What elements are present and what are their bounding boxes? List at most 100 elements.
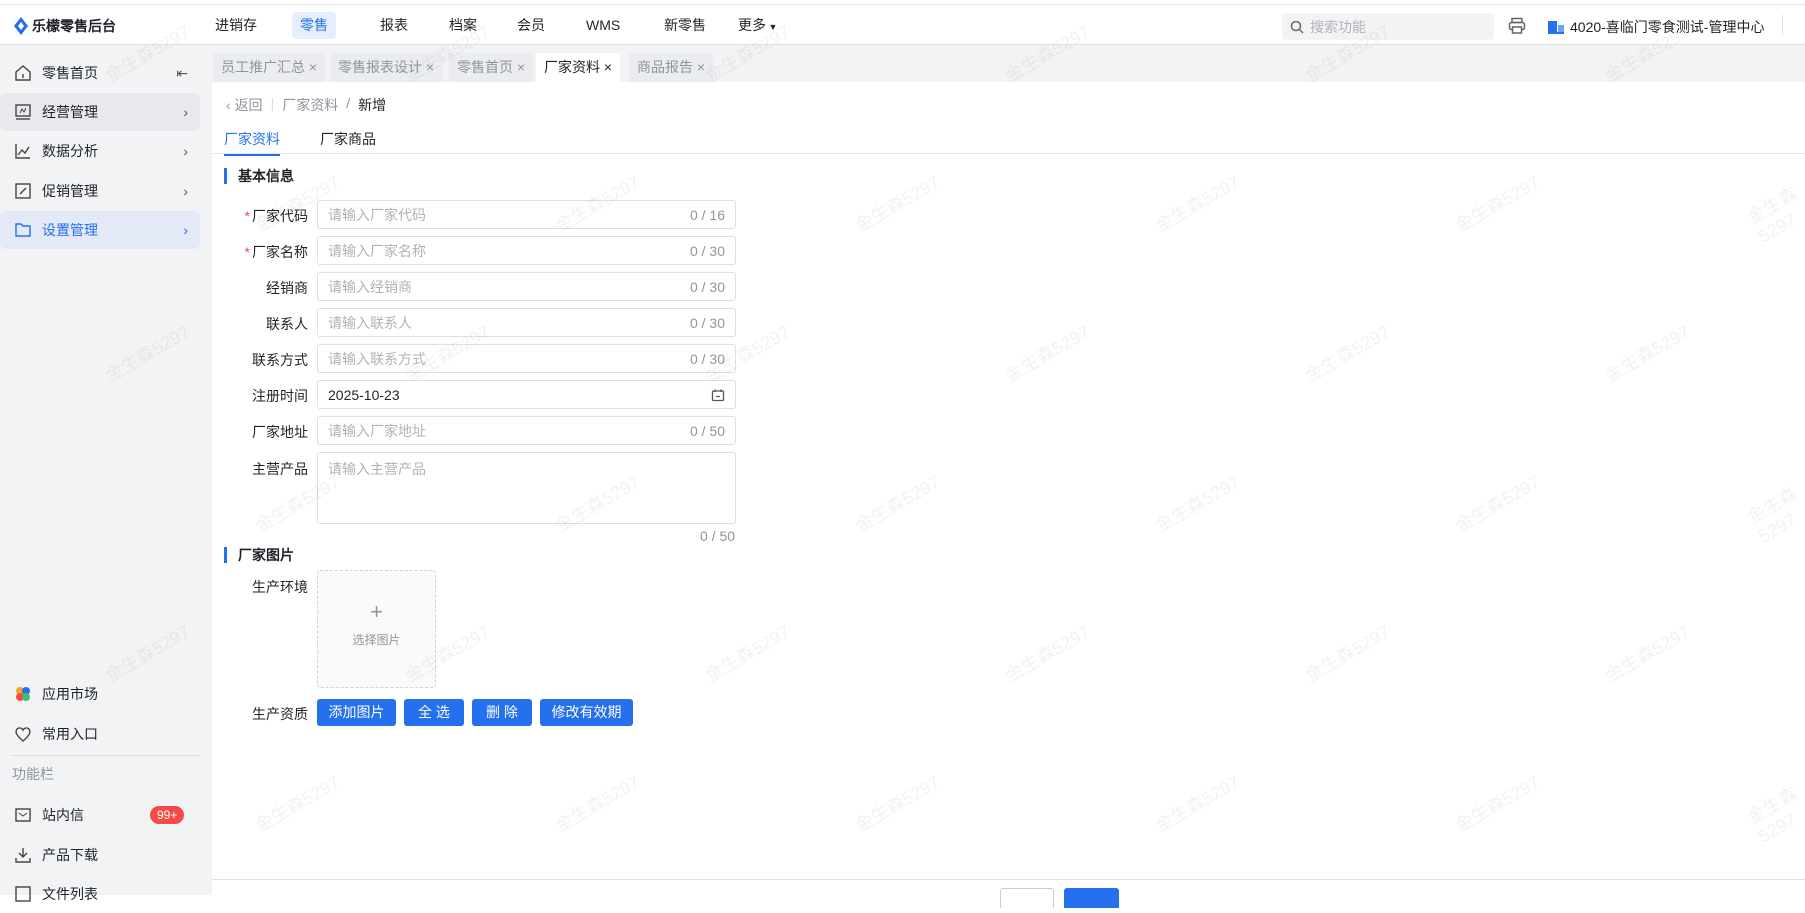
tab-staff-promo[interactable]: 员工推广汇总 ×: [213, 53, 326, 82]
field-label: 主营产品: [252, 461, 308, 477]
sidebar-item-label: 站内信: [42, 807, 84, 823]
page-tabs: 员工推广汇总 × 零售报表设计 × 零售首页 × 厂家资料 × 商品报告 ×: [212, 45, 1805, 82]
text-input[interactable]: 请输入厂家代码 0 / 16: [317, 200, 736, 229]
sidebar-item-retail-home[interactable]: 零售首页 ⇤: [0, 54, 200, 92]
close-icon[interactable]: ×: [517, 59, 525, 75]
cancel-button[interactable]: [1000, 888, 1054, 908]
field-label-text: 注册时间: [252, 388, 308, 404]
search-input[interactable]: 搜索功能: [1282, 13, 1494, 40]
char-count: 0 / 30: [689, 350, 725, 367]
caret-down-icon: ▼: [766, 22, 778, 32]
breadcrumb-parent[interactable]: 厂家资料: [282, 95, 338, 115]
sidebar-item-settings[interactable]: 设置管理 ›: [0, 211, 200, 249]
field-label-text: 厂家地址: [252, 424, 308, 440]
breadcrumb-current: 新增: [358, 97, 387, 113]
nav-reports[interactable]: 报表: [372, 12, 416, 39]
search-icon: [1290, 20, 1304, 34]
tab-manufacturer[interactable]: 厂家资料 ×: [536, 53, 621, 82]
sidebar-item-analytics[interactable]: 数据分析 ›: [0, 132, 200, 170]
nav-new-retail[interactable]: 新零售: [656, 12, 714, 39]
sidebar-item-messages[interactable]: 站内信 99+: [0, 796, 200, 834]
select-all-button[interactable]: 全 选: [404, 699, 464, 726]
main-content: ‹ 返回 | 厂家资料 / 新增 厂家资料 厂家商品 基本信息 * 厂家代码 请输入…: [212, 82, 1805, 908]
section-label: 功能栏: [12, 766, 54, 782]
field-label: 生产环境: [252, 579, 308, 595]
app-market-icon: [16, 687, 30, 701]
sidebar-item-downloads[interactable]: 产品下载: [0, 836, 200, 874]
text-input[interactable]: 请输入经销商 0 / 30: [317, 272, 736, 301]
org-name: 4020-喜临门零食测试-管理中心: [1570, 19, 1765, 35]
nav-jxc[interactable]: 进销存: [207, 12, 265, 39]
char-count: 0 / 16: [689, 206, 725, 223]
placeholder: 请输入联系人: [328, 314, 412, 331]
product-textarea[interactable]: 请输入主营产品: [317, 452, 736, 524]
app-logo[interactable]: 乐檬零售后台: [14, 16, 116, 36]
edit-validity-button[interactable]: 修改有效期: [540, 699, 633, 726]
sidebar-item-app-market[interactable]: 应用市场: [0, 675, 200, 713]
nav-more[interactable]: 更多 ▼: [730, 12, 785, 39]
home-icon: [15, 65, 31, 81]
field-label: 联系人: [212, 314, 308, 334]
char-count: 0 / 50: [700, 528, 736, 544]
close-icon[interactable]: ×: [604, 59, 612, 75]
sidebar-item-favorites[interactable]: 常用入口: [0, 715, 200, 753]
nav-retail[interactable]: 零售: [292, 12, 336, 39]
sidebar-item-label: 促销管理: [42, 183, 98, 199]
sidebar-item-files[interactable]: 文件列表: [0, 875, 200, 913]
required-mark: *: [244, 244, 250, 260]
breadcrumb: ‹ 返回 | 厂家资料 / 新增: [226, 95, 386, 115]
back-link[interactable]: ‹ 返回: [226, 95, 263, 115]
nav-archive[interactable]: 档案: [441, 12, 485, 39]
tab-product-report[interactable]: 商品报告 ×: [629, 53, 714, 82]
tab-retail-home[interactable]: 零售首页 ×: [449, 53, 534, 82]
download-icon: [15, 848, 31, 863]
tab-label: 员工推广汇总: [221, 59, 305, 75]
sidebar-item-label: 零售首页: [42, 65, 98, 81]
delete-button[interactable]: 删 除: [472, 699, 532, 726]
close-icon[interactable]: ×: [697, 59, 705, 75]
text-input[interactable]: 请输入联系方式 0 / 30: [317, 344, 736, 373]
mail-icon: [15, 808, 31, 822]
building-icon: [1548, 21, 1564, 34]
sidebar-item-operations[interactable]: 经营管理 ›: [0, 93, 200, 131]
field-label: 厂家地址: [212, 422, 308, 442]
search-placeholder: 搜索功能: [1310, 18, 1366, 35]
collapse-sidebar-icon[interactable]: ⇤: [176, 65, 188, 82]
chevron-right-icon: ›: [183, 183, 188, 199]
separator: /: [346, 95, 351, 111]
unread-badge: 99+: [150, 806, 185, 824]
save-button[interactable]: [1064, 888, 1119, 908]
close-icon[interactable]: ×: [426, 59, 434, 75]
chevron-right-icon: ›: [183, 222, 188, 238]
org-switcher[interactable]: 4020-喜临门零食测试-管理中心: [1548, 17, 1764, 37]
text-input[interactable]: 请输入厂家名称 0 / 30: [317, 236, 736, 265]
add-image-button[interactable]: 添加图片: [317, 699, 396, 726]
close-icon[interactable]: ×: [309, 59, 317, 75]
sidebar-item-label: 常用入口: [42, 726, 98, 742]
sidebar-item-label: 经营管理: [42, 104, 98, 120]
tab-report-design[interactable]: 零售报表设计 ×: [330, 53, 443, 82]
chevron-right-icon: ›: [183, 104, 188, 120]
placeholder: 请输入经销商: [328, 278, 412, 295]
text-input[interactable]: 请输入联系人 0 / 30: [317, 308, 736, 337]
required-mark: *: [244, 208, 250, 224]
printer-icon[interactable]: [1508, 17, 1526, 35]
sidebar-item-promotion[interactable]: 促销管理 ›: [0, 172, 200, 210]
sidebar-item-label: 数据分析: [42, 143, 98, 159]
nav-member[interactable]: 会员: [509, 12, 553, 39]
field-label-text: 联系人: [266, 316, 308, 332]
chart-icon: [15, 144, 30, 159]
divider: [1782, 15, 1783, 35]
text-input[interactable]: 请输入厂家地址 0 / 50: [317, 416, 736, 445]
date-value: 2025-10-23: [328, 386, 400, 403]
back-label: 返回: [234, 97, 263, 113]
divider: [212, 153, 1805, 154]
image-upload[interactable]: + 选择图片: [317, 570, 436, 688]
field-label-text: 厂家代码: [252, 208, 308, 224]
date-picker[interactable]: 2025-10-23: [317, 380, 736, 409]
nav-wms[interactable]: WMS: [578, 12, 628, 39]
subtab-manufacturer-products[interactable]: 厂家商品: [320, 129, 376, 149]
sidebar-item-label: 应用市场: [42, 686, 98, 702]
plus-icon: +: [370, 599, 383, 624]
subtab-manufacturer-info[interactable]: 厂家资料: [224, 129, 280, 156]
